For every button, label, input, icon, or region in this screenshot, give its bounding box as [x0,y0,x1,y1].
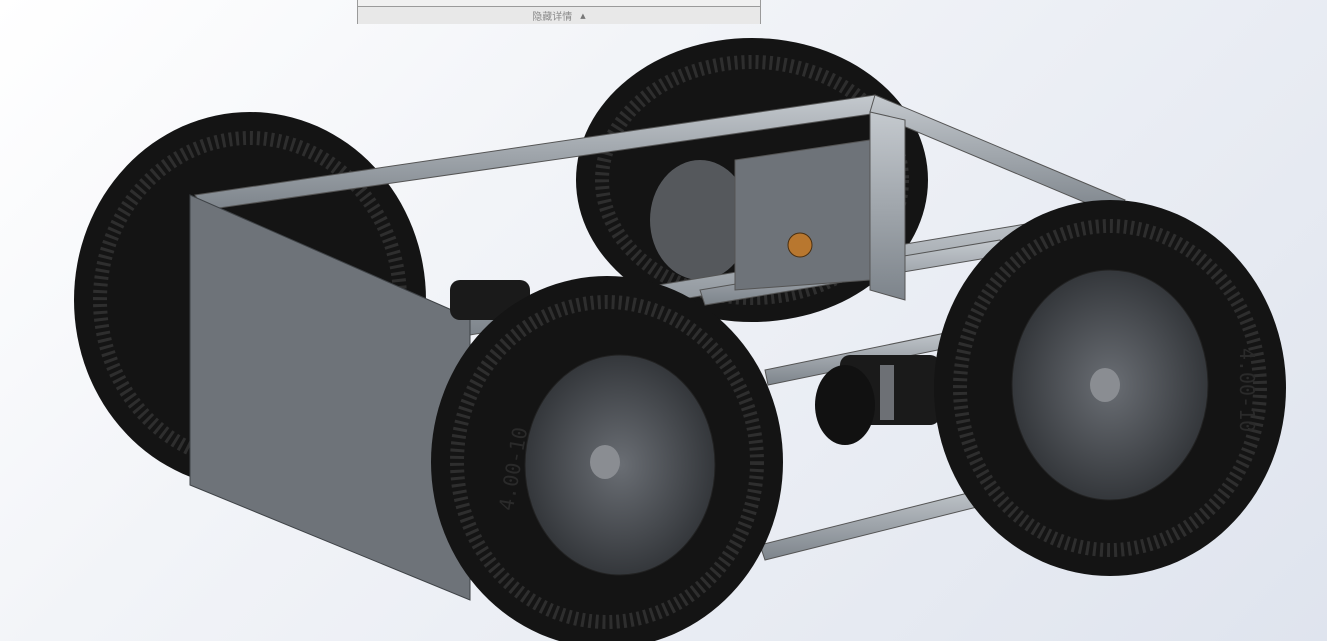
bearing [787,232,813,258]
wheel-front-right: 4.00-10 [934,200,1286,576]
cad-viewport[interactable]: 4.00-10 4.00-10 [0,0,1327,641]
tire-marking: 4.00-10 [1235,348,1259,432]
wheel-front-left: 4.00-10 [431,276,783,641]
